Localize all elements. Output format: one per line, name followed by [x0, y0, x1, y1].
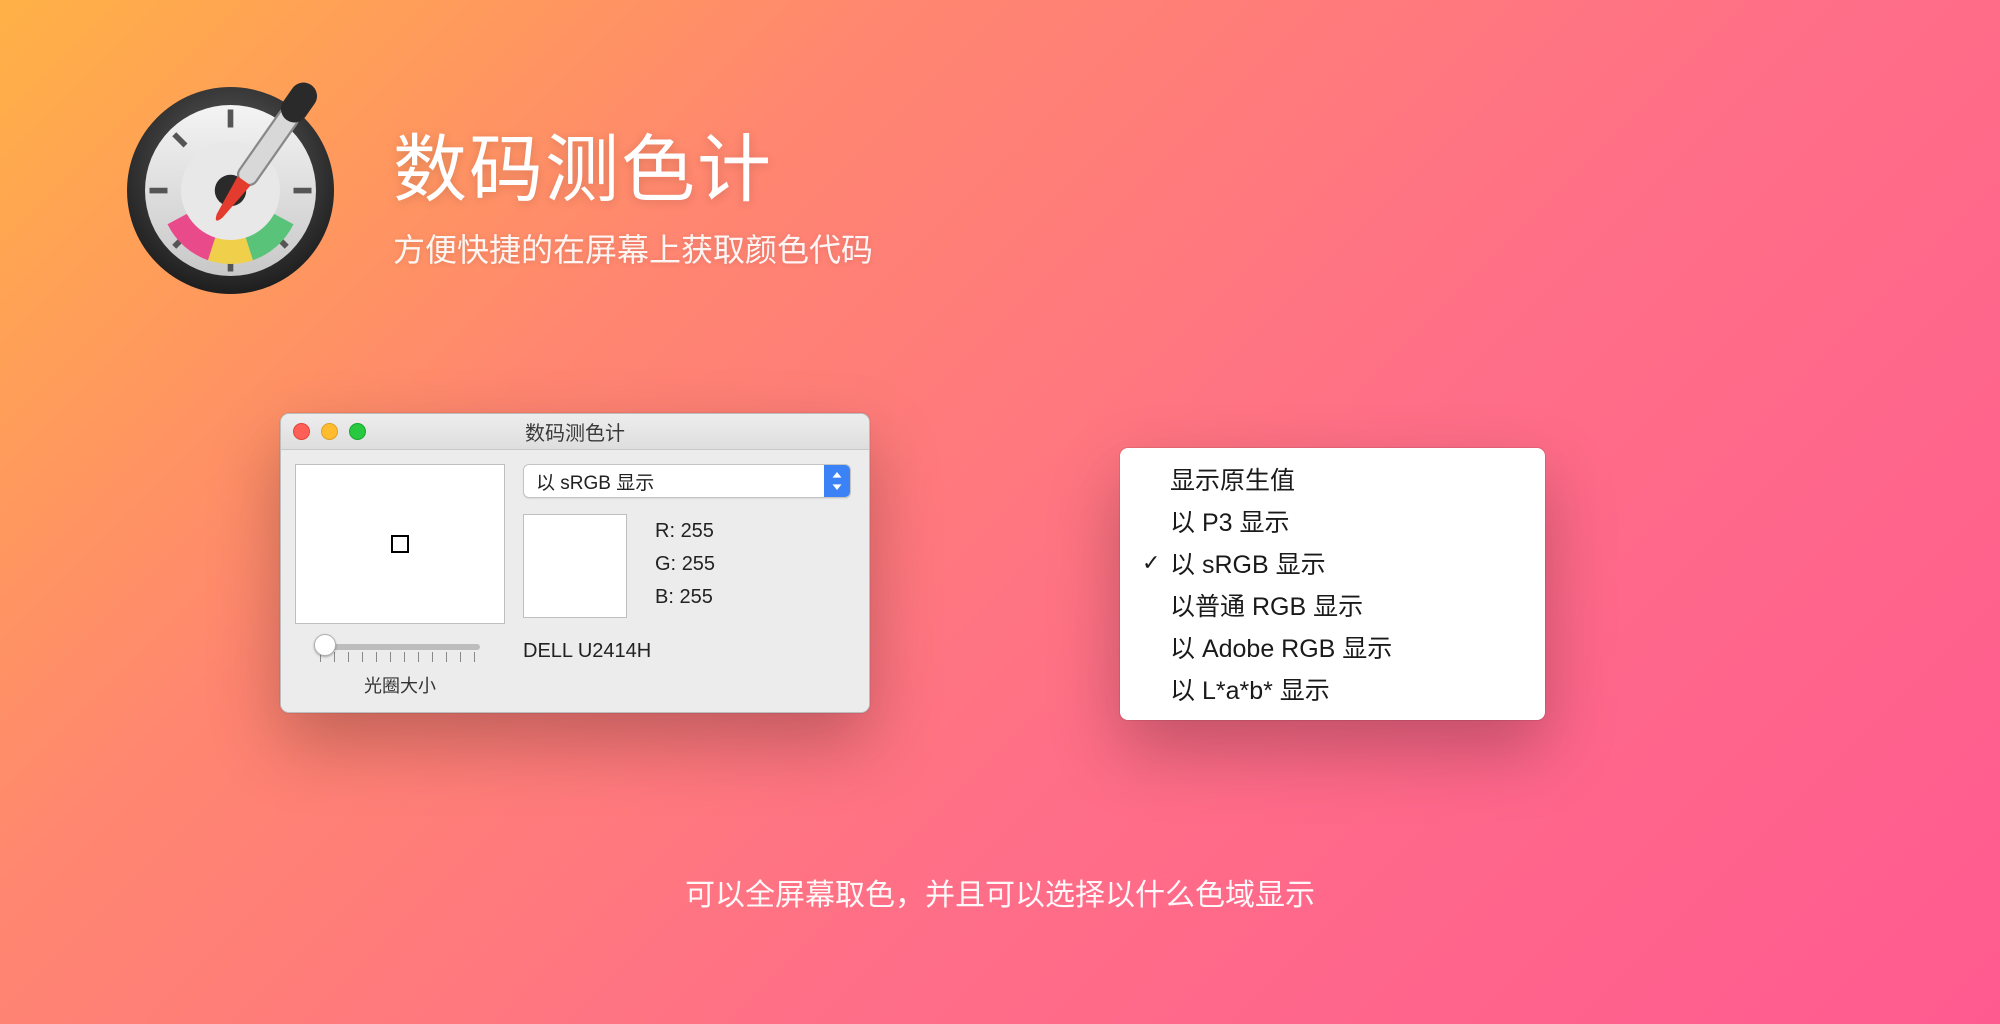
titlebar[interactable]: 数码测色计: [281, 414, 869, 450]
menu-item-label: 以普通 RGB 显示: [1170, 587, 1363, 623]
color-swatch: [523, 514, 627, 618]
menu-item-generic-rgb[interactable]: 以普通 RGB 显示: [1120, 584, 1545, 626]
r-readout: R: 255: [655, 520, 715, 543]
aperture-slider-group: 光圈大小: [320, 644, 480, 698]
menu-item-label: 以 sRGB 显示: [1170, 545, 1326, 581]
menu-item-label: 以 L*a*b* 显示: [1170, 671, 1330, 707]
traffic-lights: [281, 423, 366, 440]
display-name: DELL U2414H: [523, 640, 851, 663]
app-window: 数码测色计 光圈大小 以 sRGB 显示: [280, 413, 870, 713]
menu-item-srgb[interactable]: ✓ 以 sRGB 显示: [1120, 542, 1545, 584]
aperture-slider[interactable]: [320, 644, 480, 650]
aperture-slider-thumb[interactable]: [314, 634, 336, 656]
close-button[interactable]: [293, 423, 310, 440]
window-title: 数码测色计: [281, 417, 869, 446]
color-space-dropdown[interactable]: 以 sRGB 显示: [523, 464, 851, 498]
aperture-indicator: [391, 535, 409, 553]
dropdown-selected-label: 以 sRGB 显示: [536, 468, 654, 495]
zoom-button[interactable]: [349, 423, 366, 440]
color-readout-row: R: 255 G: 255 B: 255: [523, 514, 851, 618]
menu-item-p3[interactable]: 以 P3 显示: [1120, 500, 1545, 542]
b-readout: B: 255: [655, 586, 715, 609]
hero-title: 数码测色计: [393, 110, 873, 217]
color-space-menu: 显示原生值 以 P3 显示 ✓ 以 sRGB 显示 以普通 RGB 显示 以 A…: [1120, 448, 1545, 720]
hero-text: 数码测色计 方便快捷的在屏幕上获取颜色代码: [393, 110, 873, 271]
menu-item-label: 显示原生值: [1170, 461, 1295, 497]
magnifier-view: [295, 464, 505, 624]
hero-subtitle: 方便快捷的在屏幕上获取颜色代码: [393, 225, 873, 271]
app-icon: [118, 78, 343, 303]
minimize-button[interactable]: [321, 423, 338, 440]
hero-section: 数码测色计 方便快捷的在屏幕上获取颜色代码: [118, 78, 873, 303]
caption-text: 可以全屏幕取色，并且可以选择以什么色域显示: [0, 870, 2000, 914]
dropdown-arrows-icon: [824, 465, 850, 497]
menu-item-lab[interactable]: 以 L*a*b* 显示: [1120, 668, 1545, 710]
checkmark-icon: ✓: [1142, 550, 1170, 576]
left-column: 光圈大小: [295, 464, 505, 698]
aperture-slider-label: 光圈大小: [364, 672, 436, 698]
window-body: 光圈大小 以 sRGB 显示 R: 255 G: 255 B: 255 DELL…: [281, 450, 869, 712]
menu-item-adobe-rgb[interactable]: 以 Adobe RGB 显示: [1120, 626, 1545, 668]
g-readout: G: 255: [655, 553, 715, 576]
right-column: 以 sRGB 显示 R: 255 G: 255 B: 255 DELL U241…: [523, 464, 851, 698]
menu-item-label: 以 Adobe RGB 显示: [1170, 629, 1392, 665]
rgb-readout: R: 255 G: 255 B: 255: [655, 514, 715, 609]
menu-item-native[interactable]: 显示原生值: [1120, 458, 1545, 500]
menu-item-label: 以 P3 显示: [1170, 503, 1289, 539]
